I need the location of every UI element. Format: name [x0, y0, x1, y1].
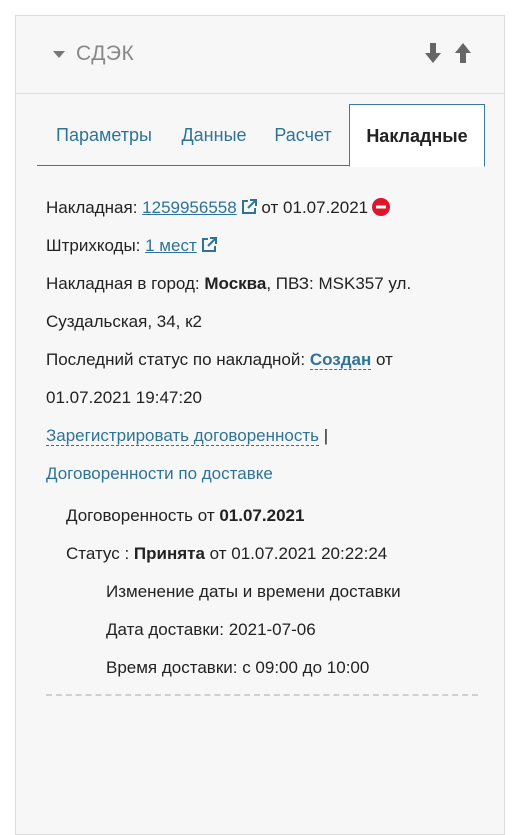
- agreement-change: Изменение даты и времени доставки: [106, 582, 401, 601]
- cdek-panel: СДЭК Параметры Данные Расчет Накладные Н…: [15, 15, 505, 835]
- barcodes-line: Штрихкоды: 1 мест: [46, 227, 496, 265]
- invoice-label: Накладная:: [46, 198, 143, 217]
- status-datetime: 01.07.2021 19:47:20: [46, 388, 202, 407]
- tab-data[interactable]: Данные: [171, 104, 257, 166]
- invoices-content: Накладная: 1259956558 от 01.07.2021 Штри…: [46, 189, 496, 687]
- tab-calculation[interactable]: Расчет: [257, 104, 349, 166]
- register-line: Зарегистрировать договоренность |: [46, 417, 496, 455]
- invoice-date: 01.07.2021: [283, 198, 369, 217]
- tab-bar: Параметры Данные Расчет Накладные: [37, 104, 485, 167]
- status-label: Последний статус по накладной:: [46, 350, 310, 369]
- city-name: Москва: [204, 274, 267, 293]
- agreement-status-value: Принята: [133, 544, 205, 563]
- sort-controls: [424, 42, 472, 64]
- tab-invoices[interactable]: Накладные: [349, 104, 485, 167]
- tab-parameters[interactable]: Параметры: [37, 104, 171, 166]
- pvz-text: , ПВЗ: MSK357 ул.: [266, 274, 412, 293]
- invoice-line: Накладная: 1259956558 от 01.07.2021: [46, 189, 496, 227]
- status-value-link[interactable]: Создан: [309, 350, 372, 370]
- agreement-status: Статус : Принята от 01.07.2021 20:22:24: [46, 535, 496, 573]
- panel-title[interactable]: СДЭК: [76, 42, 134, 66]
- invoice-date-prefix: от: [256, 198, 284, 217]
- delivery-agreements-link[interactable]: Договоренности по доставке: [46, 464, 273, 484]
- agreement-delivery-date: Дата доставки: 2021-07-06: [106, 620, 316, 639]
- agreement-title-prefix: Договоренность от: [66, 506, 220, 525]
- arrow-up-icon[interactable]: [454, 42, 472, 64]
- barcodes-label: Штрихкоды:: [46, 236, 146, 255]
- agreement-delivery-time: Время доставки: с 09:00 до 10:00: [106, 658, 370, 677]
- section-divider: [46, 694, 478, 696]
- city-line: Накладная в город: Москва, ПВЗ: MSK357 у…: [46, 265, 496, 303]
- city-label: Накладная в город:: [46, 274, 205, 293]
- agreement-status-suffix: от 01.07.2021 20:22:24: [204, 544, 388, 563]
- external-link-icon[interactable]: [241, 199, 257, 215]
- minus-circle-icon[interactable]: [372, 198, 391, 216]
- agreement-status-label: Статус :: [66, 544, 134, 563]
- agreement-title: Договоренность от 01.07.2021: [46, 497, 496, 535]
- barcodes-link[interactable]: 1 мест: [145, 236, 197, 255]
- invoice-number-link[interactable]: 1259956558: [142, 198, 237, 217]
- status-line: Последний статус по накладной: Создан от: [46, 341, 496, 379]
- address-line: Суздальская, 34, к2: [46, 312, 203, 331]
- external-link-icon[interactable]: [201, 237, 217, 253]
- arrow-down-icon[interactable]: [424, 42, 442, 64]
- agreement-date: 01.07.2021: [219, 506, 305, 525]
- action-separator: |: [319, 426, 329, 445]
- register-agreement-link[interactable]: Зарегистрировать договоренность: [46, 426, 319, 446]
- status-suffix: от: [371, 350, 393, 369]
- panel-header: СДЭК: [16, 16, 504, 94]
- collapse-triangle-icon[interactable]: [53, 51, 65, 58]
- agreements-line: Договоренности по доставке: [46, 455, 496, 493]
